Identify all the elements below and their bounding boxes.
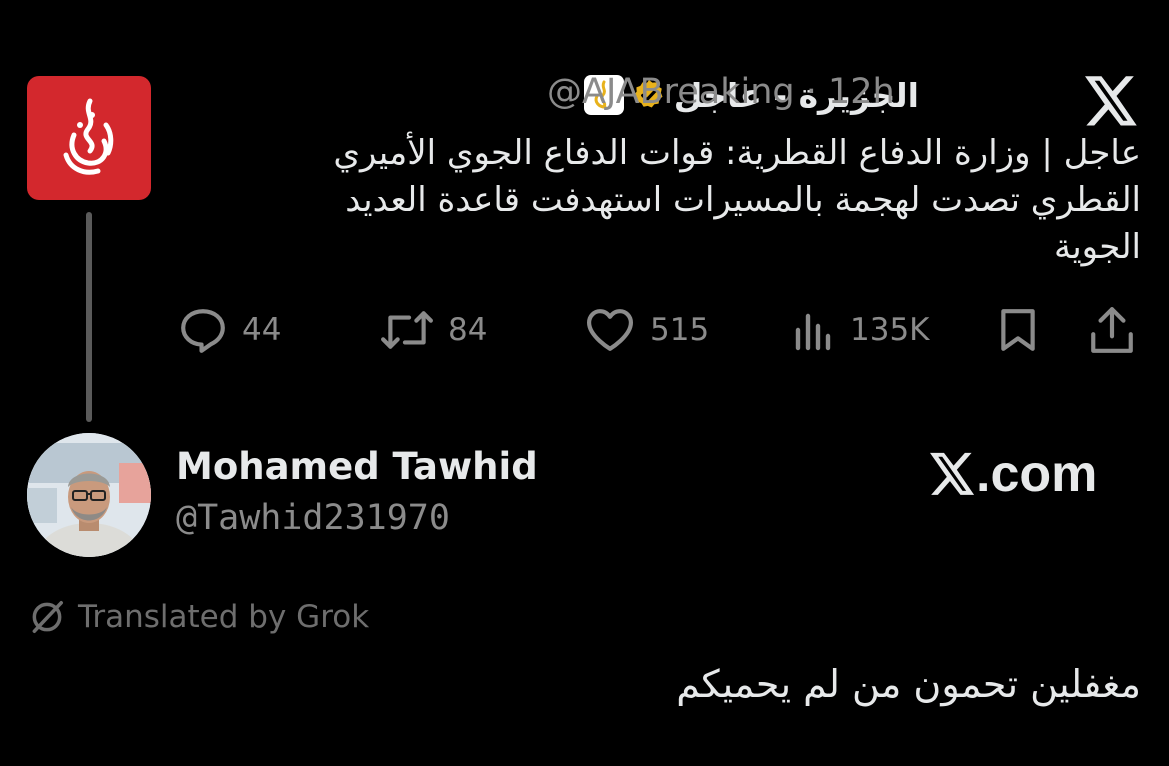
x-com-watermark: .com	[930, 440, 1097, 508]
x-logo-icon	[930, 452, 975, 495]
views-button[interactable]: 135K	[792, 305, 930, 355]
repost-button[interactable]: 84	[380, 305, 487, 355]
author-handle[interactable]: @Tawhid231970	[176, 498, 450, 538]
translated-label: Translated by Grok	[78, 599, 370, 635]
quoted-tweet-text: عاجل | وزارة الدفاع القطرية: قوات الدفاع…	[201, 130, 1141, 271]
translated-by-grok[interactable]: Translated by Grok	[28, 598, 369, 636]
like-button[interactable]: 515	[584, 305, 709, 355]
quoted-time[interactable]: · 12h	[806, 72, 895, 112]
share-icon[interactable]	[1088, 305, 1136, 355]
repost-icon	[381, 311, 433, 349]
like-count: 515	[650, 312, 710, 348]
quoted-handle-time: @AJABreaking · 12h	[547, 72, 895, 112]
author-avatar[interactable]	[27, 433, 151, 557]
reply-text: مغفلين تحمون من لم يحميكم	[676, 662, 1141, 706]
author-name[interactable]: Mohamed Tawhid	[176, 445, 538, 488]
x-logo-icon	[1085, 76, 1137, 126]
views-count: 135K	[850, 312, 930, 348]
reply-button[interactable]: 44	[178, 305, 281, 355]
views-icon	[795, 313, 831, 351]
heart-icon	[586, 309, 633, 351]
al-jazeera-logo-icon	[63, 98, 114, 175]
quoted-handle[interactable]: @AJABreaking	[547, 72, 795, 112]
reply-count: 44	[242, 312, 282, 348]
reply-icon	[181, 309, 225, 353]
bookmark-icon[interactable]	[996, 307, 1040, 353]
user-photo-avatar	[27, 433, 151, 557]
quoted-tweet-line-3: الجوية	[1053, 227, 1141, 267]
repost-count: 84	[448, 312, 488, 348]
thread-line	[86, 212, 92, 422]
quoted-tweet-line-1: عاجل | وزارة الدفاع القطرية: قوات الدفاع…	[333, 133, 1141, 173]
al-jazeera-avatar[interactable]	[27, 76, 151, 200]
grok-icon	[32, 601, 63, 633]
watermark-text: .com	[976, 445, 1098, 503]
quoted-tweet-line-2: القطري تصدت لهجمة بالمسيرات استهدفت قاعد…	[345, 180, 1141, 220]
